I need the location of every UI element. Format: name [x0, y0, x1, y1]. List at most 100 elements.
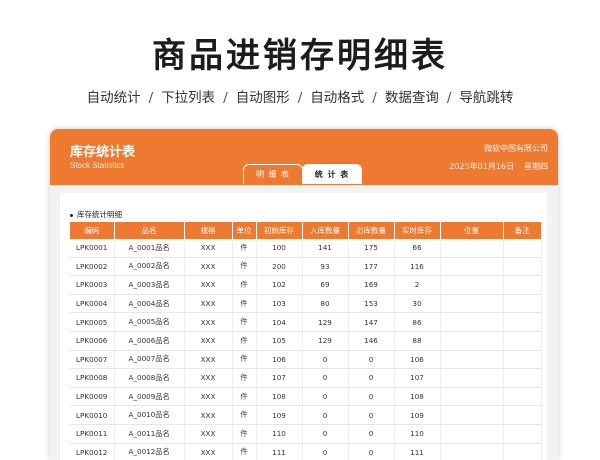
cell-unit: 件	[232, 405, 257, 425]
cell-name: A_0011品名	[114, 424, 185, 444]
cell-current-stock: 88	[394, 331, 441, 351]
feature-separator: /	[148, 90, 154, 106]
section-title: 库存统计明细	[70, 209, 122, 220]
cell-code: LPK0003	[70, 275, 115, 295]
cell-name: A_0001品名	[114, 239, 185, 258]
cell-code: LPK0007	[70, 350, 115, 370]
company-name: 微软中国有限公司	[484, 144, 548, 153]
cell-current-stock: 30	[394, 294, 441, 314]
feature-separator: /	[372, 90, 377, 106]
cell-remark	[503, 424, 542, 444]
column-header[interactable]: 单位	[232, 222, 257, 239]
table-row[interactable]: LPK0005 A_0005品名 XXX 件 104 129 147 86	[70, 312, 542, 332]
cell-current-stock: 108	[394, 387, 441, 407]
cell-in-qty: 0	[302, 350, 349, 370]
cell-code: LPK0005	[70, 312, 115, 332]
table-row[interactable]: LPK0011 A_0011品名 XXX 件 110 0 0 110	[70, 424, 542, 444]
cell-in-qty: 69	[302, 275, 349, 295]
cell-initial-stock: 200	[256, 257, 303, 277]
cell-name: A_0012品名	[114, 443, 185, 460]
column-header[interactable]: 备注	[503, 222, 542, 239]
cell-in-qty: 93	[302, 257, 349, 277]
cell-remark	[503, 294, 542, 314]
table-row[interactable]: LPK0006 A_0006品名 XXX 件 105 129 146 88	[70, 331, 542, 351]
feature-item: 自动统计	[86, 90, 141, 106]
page-title: 商品进销存明细表	[152, 36, 448, 76]
cell-code: LPK0009	[70, 387, 115, 407]
table-row[interactable]: LPK0004 A_0004品名 XXX 件 103 80 153 30	[70, 294, 542, 314]
cell-location	[440, 387, 504, 407]
cell-spec: XXX	[184, 443, 233, 460]
cell-out-qty: 0	[348, 350, 395, 370]
column-header[interactable]: 编码	[70, 222, 115, 239]
feature-item: 自动格式	[310, 90, 365, 106]
cell-out-qty: 169	[348, 275, 395, 295]
column-header[interactable]: 入库数量	[302, 222, 349, 239]
table-row[interactable]: LPK0003 A_0003品名 XXX 件 102 69 169 2	[70, 275, 542, 295]
cell-spec: XXX	[184, 331, 233, 351]
table-row[interactable]: LPK0012 A_0012品名 XXX 件 111 0 0 111	[70, 443, 542, 460]
cell-in-qty: 80	[302, 294, 349, 314]
cell-location	[440, 294, 504, 314]
column-header[interactable]: 初始库存	[256, 222, 303, 239]
cell-remark	[503, 257, 542, 277]
cell-name: A_0010品名	[114, 405, 185, 425]
table-row[interactable]: LPK0008 A_0008品名 XXX 件 107 0 0 107	[70, 368, 542, 388]
cell-unit: 件	[232, 294, 257, 314]
cell-spec: XXX	[184, 312, 233, 332]
cell-initial-stock: 103	[256, 294, 303, 314]
column-header[interactable]: 品名	[114, 222, 185, 239]
cell-initial-stock: 108	[256, 387, 303, 407]
cell-unit: 件	[232, 275, 257, 295]
cell-in-qty: 0	[302, 424, 349, 444]
cell-unit: 件	[232, 257, 257, 277]
column-header[interactable]: 规格	[184, 222, 233, 239]
cell-unit: 件	[232, 368, 257, 388]
cell-spec: XXX	[184, 350, 233, 370]
cell-spec: XXX	[184, 424, 233, 444]
feature-item: 下拉列表	[161, 90, 216, 106]
cell-code: LPK0006	[70, 331, 115, 351]
tab-detail[interactable]: 明 细 表	[243, 164, 303, 184]
table-row[interactable]: LPK0010 A_0010品名 XXX 件 109 0 0 109	[70, 405, 542, 425]
table-row[interactable]: LPK0001 A_0001品名 XXX 件 100 141 175 66	[70, 239, 542, 258]
cell-in-qty: 141	[302, 239, 349, 258]
cell-out-qty: 147	[348, 312, 395, 332]
cell-location	[440, 368, 504, 388]
cell-code: LPK0002	[70, 257, 115, 277]
cell-initial-stock: 100	[256, 239, 303, 258]
cell-current-stock: 109	[394, 405, 441, 425]
cell-remark	[503, 405, 542, 425]
feature-item: 自动图形	[235, 90, 290, 106]
cell-location	[440, 424, 504, 444]
table-row[interactable]: LPK0007 A_0007品名 XXX 件 106 0 0 106	[70, 350, 542, 370]
cell-location	[440, 331, 504, 351]
cell-name: A_0004品名	[114, 294, 185, 314]
cell-location	[440, 275, 504, 295]
cell-initial-stock: 104	[256, 312, 303, 332]
column-header[interactable]: 出库数量	[348, 222, 395, 239]
app-header: 库存统计表 Stock Statistics 微软中国有限公司 2025年01月…	[50, 129, 558, 185]
app-title: 库存统计表	[70, 145, 136, 160]
column-header[interactable]: 位置	[440, 222, 504, 239]
cell-code: LPK0008	[70, 368, 115, 388]
column-header[interactable]: 实时库存	[394, 222, 441, 239]
cell-spec: XXX	[184, 239, 233, 258]
cell-out-qty: 0	[348, 387, 395, 407]
table-row[interactable]: LPK0009 A_0009品名 XXX 件 108 0 0 108	[70, 387, 542, 407]
cell-initial-stock: 107	[256, 368, 303, 388]
feature-item: 导航跳转	[459, 90, 514, 106]
cell-spec: XXX	[184, 275, 233, 295]
table-body: LPK0001 A_0001品名 XXX 件 100 141 175 66 LPK0002 A_0…	[70, 239, 542, 460]
cell-spec: XXX	[184, 387, 233, 407]
content-panel: 库存统计明细 编码 品名 规格 单位 初始库存 入库数量 出库数量 实时库存 位置 备注	[60, 193, 547, 460]
cell-remark	[503, 387, 542, 407]
cell-unit: 件	[232, 312, 257, 332]
table-header-row: 编码 品名 规格 单位 初始库存 入库数量 出库数量 实时库存 位置 备注	[70, 222, 542, 239]
cell-out-qty: 177	[348, 257, 395, 277]
table-row[interactable]: LPK0002 A_0002品名 XXX 件 200 93 177 116	[70, 257, 542, 277]
tab-statistics[interactable]: 统 计 表	[302, 164, 362, 184]
cell-name: A_0003品名	[114, 275, 185, 295]
feature-separator: /	[446, 90, 452, 106]
cell-in-qty: 0	[302, 443, 349, 460]
